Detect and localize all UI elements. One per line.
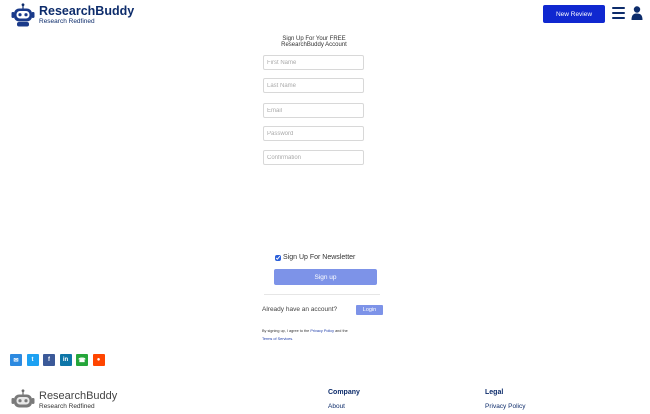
robot-logo-icon [11,3,35,27]
footer-company-column: Company About [328,389,360,410]
footer-brand-name: ResearchBuddy [39,390,118,403]
footer-brand-logo[interactable]: ResearchBuddy Research Redfined [11,389,117,413]
facebook-share-icon[interactable]: f [43,354,55,366]
social-share-bar: ✉ t f in ☎ ● [10,354,109,366]
footer-brand-tagline: Research Redfined [39,403,95,411]
have-account-text: Already have an account? [262,306,338,313]
brand-tagline: Research Redfined [39,18,95,25]
confirmation-input[interactable] [263,150,364,165]
password-input[interactable] [263,126,364,141]
privacy-policy-link[interactable]: Privacy Policy [310,329,334,333]
hamburger-menu-icon[interactable] [612,7,625,19]
form-title: Sign Up For Your FREE ResearchBuddy Acco… [281,36,347,48]
whatsapp-share-icon[interactable]: ☎ [76,354,88,366]
divider [264,294,380,295]
footer-legal-heading: Legal [485,389,504,396]
twitter-share-icon[interactable]: t [26,354,39,366]
newsletter-checkbox[interactable] [275,254,281,261]
signup-button[interactable]: Sign up [274,269,377,285]
terms-of-services-link[interactable]: Terms of Services. [262,337,293,341]
newsletter-option[interactable]: Sign Up For Newsletter [275,254,355,261]
new-review-button[interactable]: New Review [543,5,605,23]
linkedin-share-icon[interactable]: in [59,354,72,366]
terms-text: By signing up, I agree to the Privacy Po… [262,329,348,341]
user-icon[interactable] [631,6,643,20]
email-input[interactable] [263,103,364,118]
footer-about-link[interactable]: About [328,403,360,410]
email-share-icon[interactable]: ✉ [10,354,22,366]
robot-logo-icon [11,389,35,408]
login-button[interactable]: Login [356,305,383,315]
newsletter-label: Sign Up For Newsletter [283,254,356,261]
brand-name: ResearchBuddy [39,3,135,18]
footer-privacy-link[interactable]: Privacy Policy [485,403,525,410]
first-name-input[interactable] [263,55,364,70]
header: ResearchBuddy Research Redfined New Revi… [0,0,650,30]
last-name-input[interactable] [263,78,364,93]
reddit-share-icon[interactable]: ● [92,354,105,366]
footer-legal-column: Legal Privacy Policy [485,389,525,410]
footer-company-heading: Company [328,389,360,396]
brand-logo[interactable]: ResearchBuddy Research Redfined [11,3,134,27]
